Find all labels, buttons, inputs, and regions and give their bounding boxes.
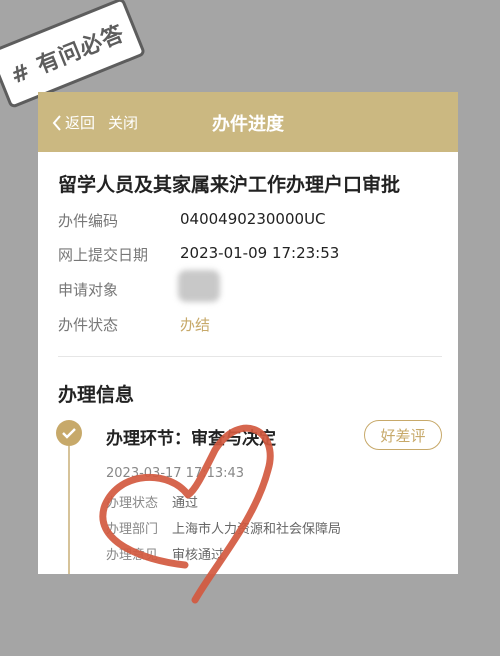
step-status-label: 办理状态 [106, 496, 159, 511]
submit-date-value: 2023-01-09 17:23:53 [180, 244, 340, 262]
step-title: 办理环节：审查与决定 [106, 429, 276, 449]
step-opinion-label: 办理意见 [106, 548, 159, 563]
processing-section-title: 办理信息 [58, 384, 135, 406]
step-dept-label: 办理部门 [106, 522, 159, 537]
case-status-value: 办结 [180, 316, 211, 334]
app-screen: 返回 关闭 办件进度 留学人员及其家属来沪工作办理户口审批 办件编码 04004… [38, 92, 458, 574]
step-dept-value: 上海市人力资源和社会保障局 [172, 522, 342, 537]
step-status-value: 通过 [172, 496, 199, 511]
submit-date-label: 网上提交日期 [58, 246, 149, 264]
timeline-line [68, 446, 70, 574]
case-title: 留学人员及其家属来沪工作办理户口审批 [58, 174, 401, 196]
case-code-value: 0400490230000UC [180, 210, 326, 228]
applicant-label: 申请对象 [58, 281, 119, 299]
divider [58, 356, 442, 357]
applicant-value-redacted [178, 270, 220, 302]
page-title: 办件进度 [212, 114, 284, 135]
navbar: 返回 关闭 办件进度 [38, 92, 458, 152]
step-opinion-value: 审核通过 [172, 548, 225, 563]
rate-button[interactable]: 好差评 [364, 420, 442, 450]
step-check-icon [56, 420, 82, 446]
step-time: 2023-03-17 17:13:43 [106, 466, 245, 481]
case-status-label: 办件状态 [58, 316, 119, 334]
case-code-label: 办件编码 [58, 212, 119, 230]
